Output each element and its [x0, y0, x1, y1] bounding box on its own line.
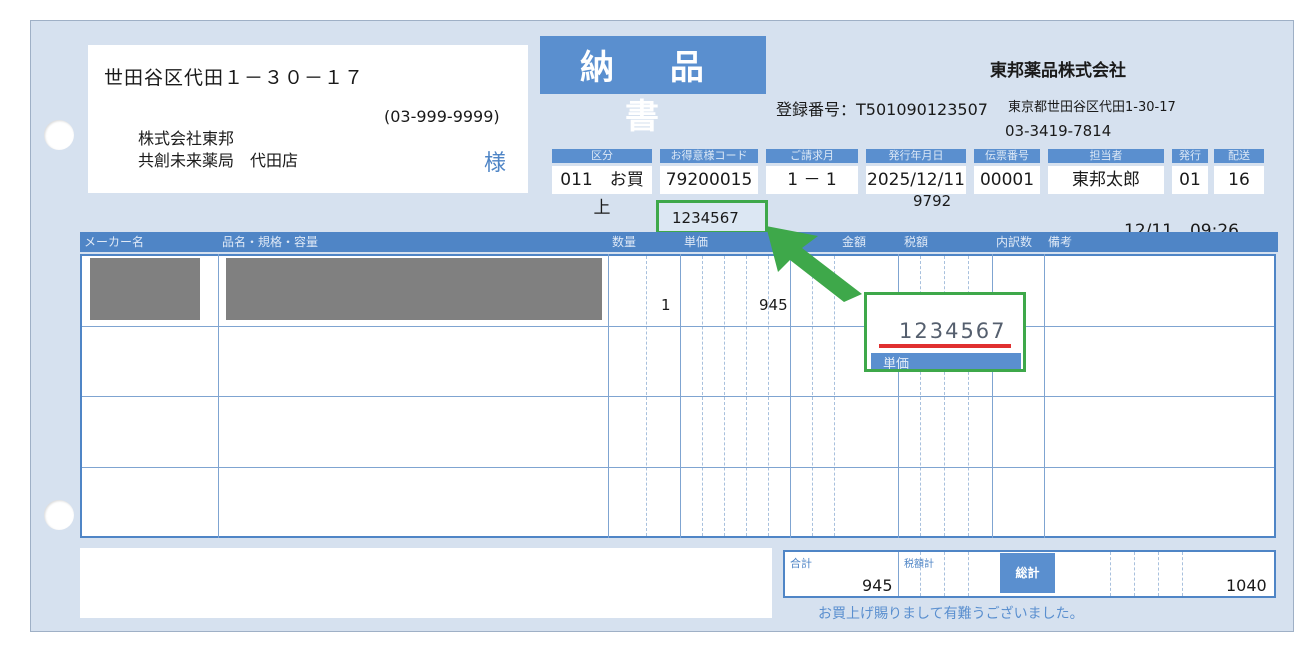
header-value-slip-number: 00001 — [974, 166, 1040, 194]
sum-value: 945 — [862, 576, 893, 595]
arrow-icon — [766, 226, 862, 302]
note-box — [80, 548, 772, 618]
totals-subdivider — [968, 552, 969, 596]
issuer-address: 東京都世田谷区代田1-30-17 — [1008, 100, 1176, 115]
tax-total-label: 税額計 — [904, 559, 934, 570]
col-maker: メーカー名 — [84, 235, 145, 249]
totals-subdivider — [1110, 552, 1111, 596]
header-value-issue-date: 2025/12/11 — [866, 166, 966, 194]
row-quantity: 1 — [661, 296, 671, 314]
zoom-value: 1234567 — [899, 319, 1007, 343]
redacted-product — [226, 258, 602, 320]
document-title-box: 納 品 書 — [540, 36, 766, 137]
recipient-company: 株式会社東邦 — [138, 129, 235, 148]
redacted-maker — [90, 258, 200, 320]
registration-number: 登録番号：T501090123507 — [776, 100, 988, 119]
recipient-store: 共創未来薬局 代田店 — [138, 151, 299, 170]
punch-hole — [44, 120, 74, 150]
header-label-staff: 担当者 — [1048, 149, 1164, 163]
header-label-issue-date: 発行年月日 — [866, 149, 966, 163]
sum-label: 合計 — [790, 557, 812, 570]
col-quantity: 数量 — [612, 235, 637, 249]
recipient-address: 世田谷区代田１－３０－１７ — [104, 67, 365, 89]
col-tax: 税額 — [904, 235, 929, 249]
recipient-box: 世田谷区代田１－３０－１７ (03-999-9999) 株式会社東邦 共創未来薬… — [88, 45, 528, 193]
punch-hole — [44, 500, 74, 530]
grand-total-value: 1040 — [1226, 576, 1267, 595]
totals-subdivider — [1158, 552, 1159, 596]
header-value-issue: 01 — [1172, 166, 1208, 194]
honorific: 様 — [484, 151, 507, 176]
zoom-callout: 1234567 単価 — [864, 292, 1026, 372]
totals-subdivider — [1134, 552, 1135, 596]
header-label-delivery: 配送 — [1214, 149, 1264, 163]
table-row-divider — [82, 326, 1274, 327]
header-value-customer-code: 79200015 — [660, 166, 758, 194]
arrow-shape — [766, 226, 862, 302]
table-row-divider — [82, 467, 1274, 468]
header-label-issue: 発行 — [1172, 149, 1208, 163]
grand-total-label: 総計 — [1000, 553, 1055, 593]
header-value-delivery: 16 — [1214, 166, 1264, 194]
header-label-billing-month: ご請求月 — [766, 149, 858, 163]
col-remarks: 備考 — [1048, 235, 1073, 249]
header-label-category: 区分 — [552, 149, 652, 163]
zoom-header-strip: 単価 — [871, 353, 1021, 369]
issuer-phone: 03-3419-7814 — [1005, 122, 1112, 140]
col-unit-price: 単価 — [684, 235, 709, 249]
header-value-billing-month: 1 － 1 — [766, 166, 858, 194]
totals-subdivider — [944, 552, 945, 596]
recipient-phone: (03-999-9999) — [384, 107, 500, 126]
thank-you-message: お買上げ賜りまして有難うございました。 — [818, 606, 1084, 622]
highlighted-value-box: 1234567 — [656, 200, 768, 234]
col-breakdown: 内訳数 — [996, 235, 1033, 249]
table-row-divider — [82, 396, 1274, 397]
highlighted-value: 1234567 — [672, 209, 739, 227]
col-product: 品名・規格・容量 — [222, 235, 319, 249]
zoom-label: 単価 — [883, 357, 910, 369]
totals-divider — [898, 552, 899, 596]
header-label-slip-number: 伝票番号 — [974, 149, 1040, 163]
red-underline — [879, 344, 1011, 348]
header-label-customer-code: お得意様コード — [660, 149, 758, 163]
totals-subdivider — [1182, 552, 1183, 596]
extra-code: 9792 — [913, 192, 952, 210]
header-value-category: 011 お買上 — [552, 166, 652, 218]
document-title: 納 品 書 — [580, 48, 726, 137]
header-value-staff: 東邦太郎 — [1048, 166, 1164, 194]
issuer-name: 東邦薬品株式会社 — [990, 61, 1126, 81]
